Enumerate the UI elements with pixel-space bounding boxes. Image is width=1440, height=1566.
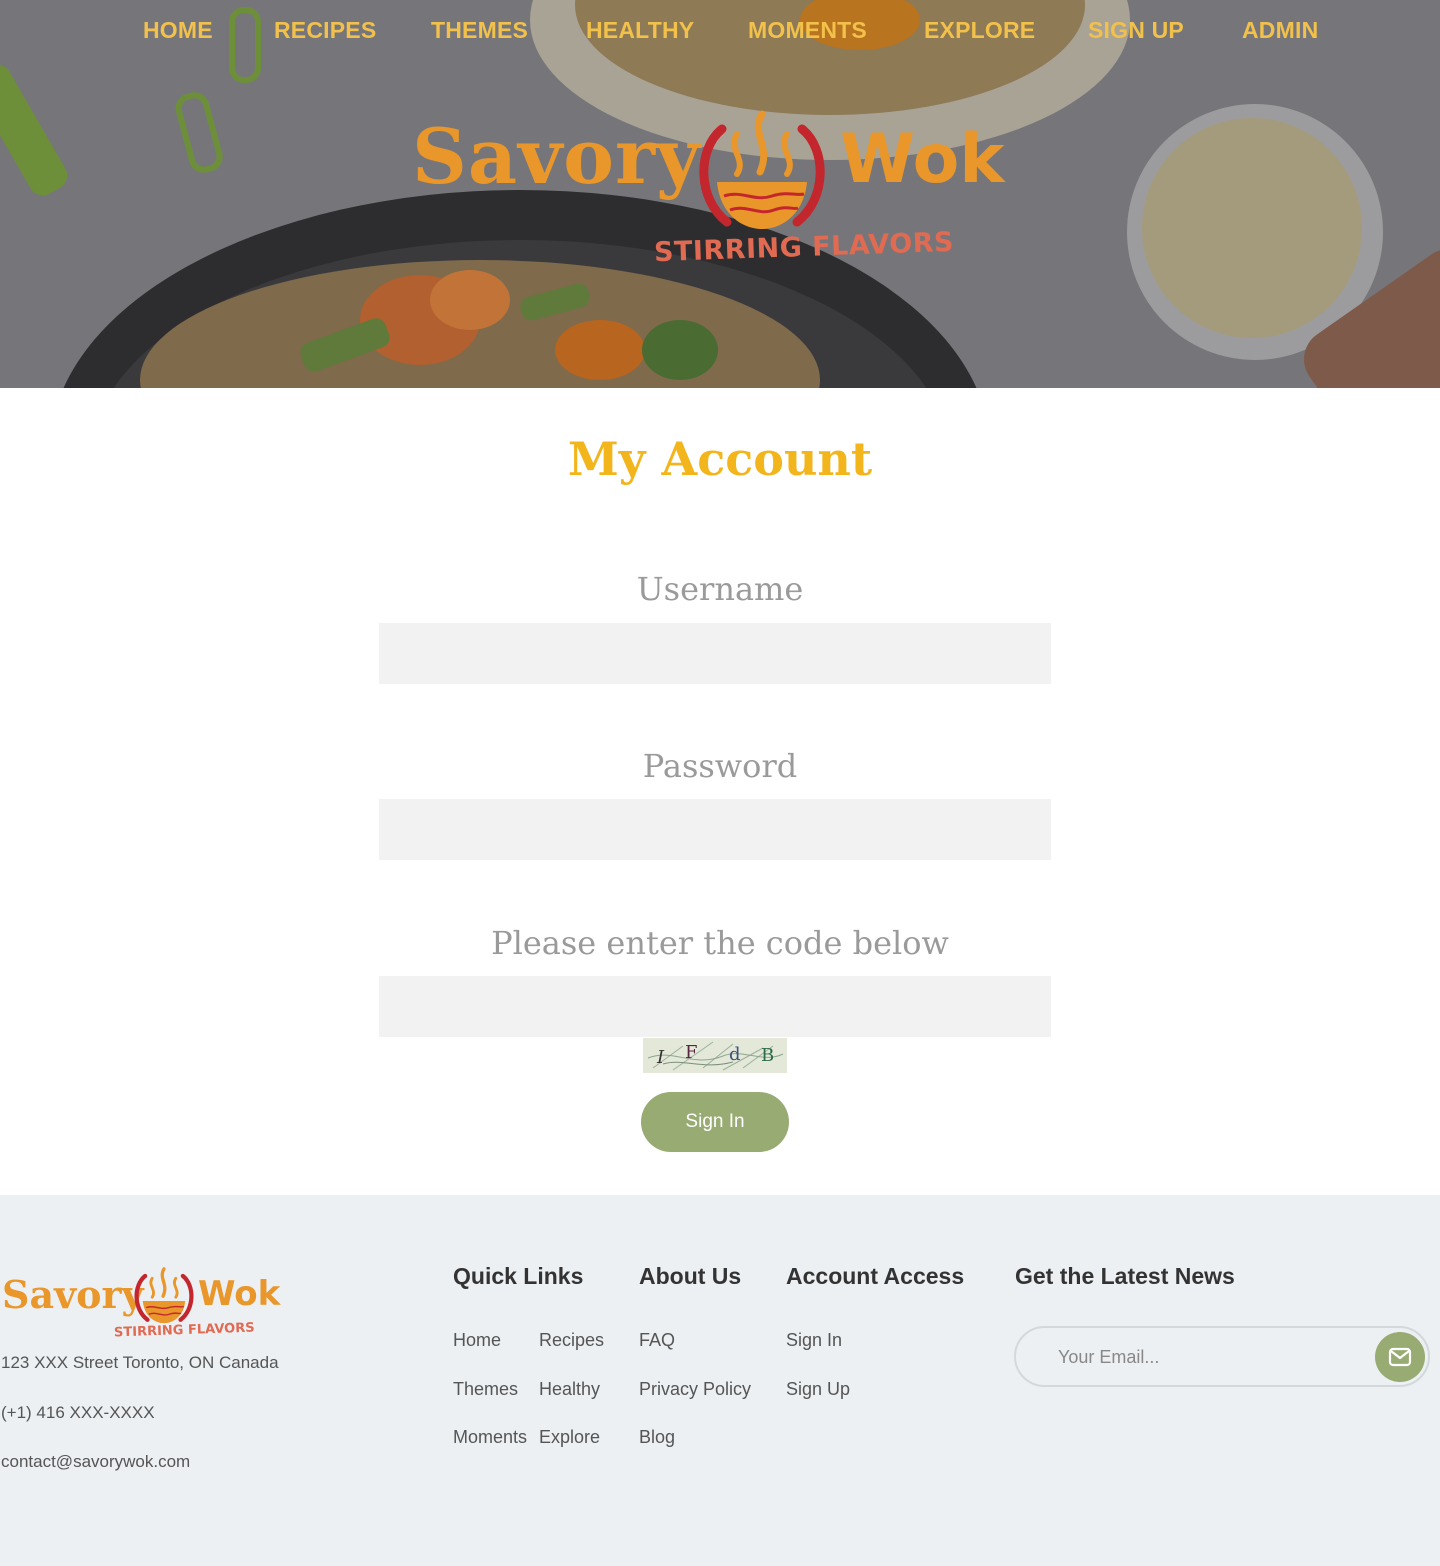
- envelope-icon: [1388, 1347, 1412, 1367]
- footer-link-sign-up[interactable]: Sign Up: [786, 1379, 850, 1400]
- username-input[interactable]: [379, 623, 1051, 684]
- main-nav: HOME RECIPES THEMES HEALTHY MOMENTS EXPL…: [0, 14, 1440, 48]
- footer-link-explore[interactable]: Explore: [539, 1427, 600, 1448]
- captcha-code-input[interactable]: [379, 976, 1051, 1037]
- nav-admin[interactable]: ADMIN: [1242, 14, 1318, 46]
- logo-word-savory: Savory: [412, 112, 702, 201]
- footer-link-themes[interactable]: Themes: [453, 1379, 518, 1400]
- hero-banner: HOME RECIPES THEMES HEALTHY MOMENTS EXPL…: [0, 0, 1440, 388]
- svg-text:d: d: [729, 1044, 741, 1065]
- footer-link-privacy-policy[interactable]: Privacy Policy: [639, 1379, 751, 1400]
- footer-heading-newsletter: Get the Latest News: [1015, 1263, 1235, 1289]
- footer-link-sign-in[interactable]: Sign In: [786, 1330, 842, 1351]
- site-footer: Savory Wok STIRRING FLAVORS 123 XXX Stre…: [0, 1195, 1440, 1566]
- footer-logo-word-wok: Wok: [198, 1274, 281, 1314]
- svg-text:F: F: [685, 1042, 698, 1063]
- footer-link-faq[interactable]: FAQ: [639, 1330, 675, 1351]
- password-label: Password: [642, 747, 798, 785]
- nav-themes[interactable]: THEMES: [431, 14, 528, 46]
- captcha-image: I F d B: [643, 1038, 787, 1073]
- page-title: My Account: [567, 432, 873, 486]
- footer-link-moments[interactable]: Moments: [453, 1427, 527, 1448]
- footer-link-home[interactable]: Home: [453, 1330, 501, 1351]
- nav-recipes[interactable]: RECIPES: [274, 14, 376, 46]
- nav-healthy[interactable]: HEALTHY: [586, 14, 694, 46]
- nav-explore[interactable]: EXPLORE: [924, 14, 1035, 46]
- captcha-code-label: Please enter the code below: [491, 924, 949, 962]
- footer-link-recipes[interactable]: Recipes: [539, 1330, 604, 1351]
- footer-heading-account-access: Account Access: [786, 1263, 965, 1289]
- footer-link-blog[interactable]: Blog: [639, 1427, 675, 1448]
- newsletter-email-input[interactable]: [1058, 1342, 1358, 1372]
- newsletter-submit-button[interactable]: [1375, 1332, 1425, 1382]
- footer-phone: (+1) 416 XXX-XXXX: [1, 1403, 155, 1422]
- svg-text:I: I: [656, 1047, 665, 1068]
- logo-word-wok: Wok: [840, 120, 1005, 199]
- newsletter-form: [1014, 1326, 1430, 1387]
- password-input[interactable]: [379, 799, 1051, 860]
- site-logo[interactable]: Savory Wok STIRRING FLAVORS: [410, 100, 1030, 290]
- footer-heading-about-us: About Us: [639, 1263, 742, 1289]
- username-label: Username: [636, 570, 804, 608]
- nav-moments[interactable]: MOMENTS: [748, 14, 867, 46]
- nav-sign-up[interactable]: SIGN UP: [1088, 14, 1184, 46]
- svg-text:B: B: [761, 1045, 774, 1066]
- footer-logo-word-savory: Savory: [2, 1272, 144, 1317]
- footer-link-healthy[interactable]: Healthy: [539, 1379, 600, 1400]
- steaming-bowl-icon: [699, 110, 825, 229]
- steaming-bowl-icon: [134, 1267, 194, 1324]
- sign-in-button[interactable]: Sign In: [641, 1092, 789, 1152]
- footer-logo[interactable]: Savory Wok STIRRING FLAVORS: [0, 1260, 290, 1350]
- footer-address: 123 XXX Street Toronto, ON Canada: [1, 1353, 279, 1372]
- footer-email: contact@savorywok.com: [1, 1452, 191, 1471]
- footer-heading-quick-links: Quick Links: [453, 1263, 584, 1289]
- nav-home[interactable]: HOME: [143, 14, 213, 46]
